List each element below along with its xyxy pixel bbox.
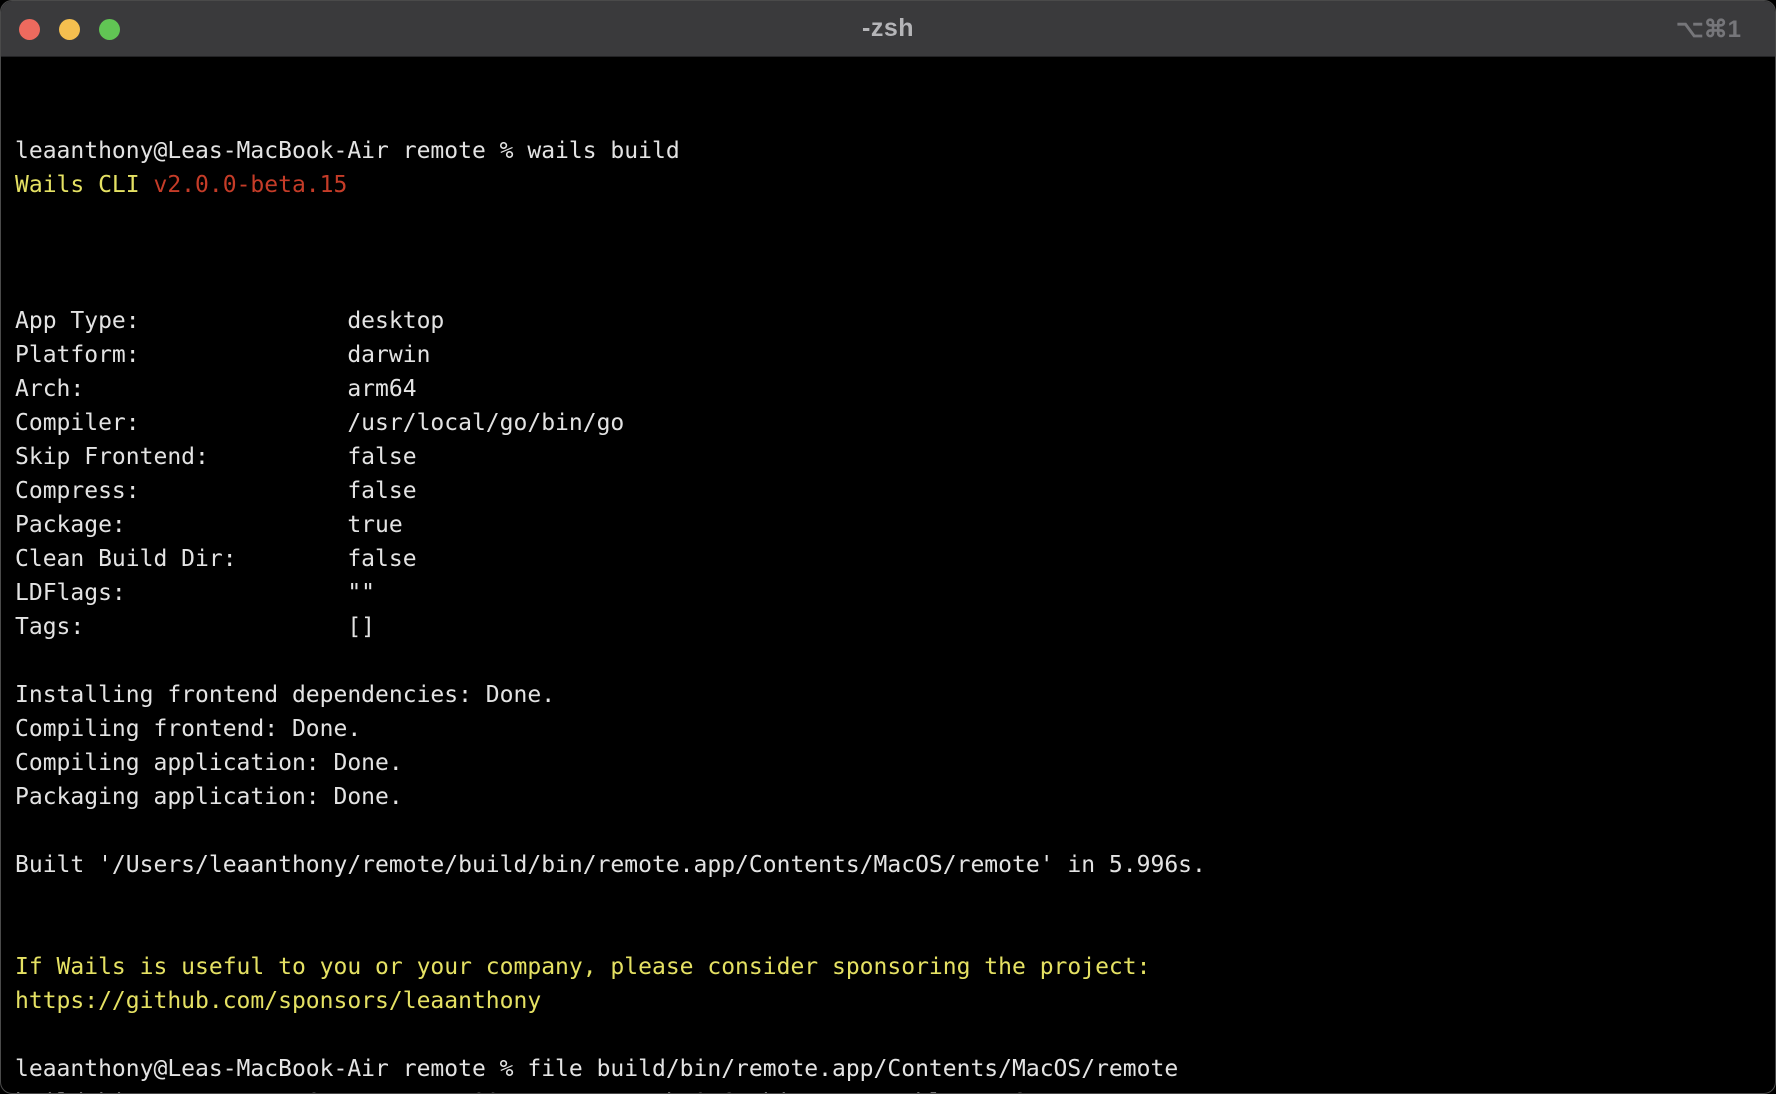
terminal-line: LDFlags: ""	[15, 576, 1775, 610]
terminal-text-segment: Compiling frontend: Done.	[15, 716, 361, 742]
terminal-line	[15, 644, 1775, 678]
terminal-window: -zsh ⌥⌘1 leaanthony@Leas-MacBook-Air rem…	[0, 0, 1776, 1094]
terminal-line: Platform: darwin	[15, 338, 1775, 372]
terminal-lines: leaanthony@Leas-MacBook-Air remote % wai…	[15, 134, 1775, 1094]
terminal-text-segment: Packaging application: Done.	[15, 784, 403, 810]
terminal-line: Compress: false	[15, 474, 1775, 508]
tab-shortcut-label: ⌥⌘1	[1676, 1, 1741, 57]
terminal-text-segment: Compress: false	[15, 478, 417, 504]
terminal-text-segment: Compiler: /usr/local/go/bin/go	[15, 410, 624, 436]
terminal-text-segment: LDFlags: ""	[15, 580, 375, 606]
terminal-line: https://github.com/sponsors/leaanthony	[15, 984, 1775, 1018]
terminal-line: Wails CLI v2.0.0-beta.15	[15, 168, 1775, 202]
terminal-text-segment: leaanthony@Leas-MacBook-Air remote % fil…	[15, 1056, 1178, 1082]
terminal-text-segment: Compiling application: Done.	[15, 750, 403, 776]
titlebar[interactable]: -zsh ⌥⌘1	[1, 1, 1775, 57]
terminal-line: Installing frontend dependencies: Done.	[15, 678, 1775, 712]
terminal-text-segment: v2.0.0-beta.15	[153, 172, 347, 198]
terminal-line	[15, 270, 1775, 304]
terminal-text-segment: leaanthony@Leas-MacBook-Air remote % wai…	[15, 138, 680, 164]
terminal-text-segment: Installing frontend dependencies: Done.	[15, 682, 555, 708]
terminal-text-segment: build/bin/remote.app/Contents/MacOS/remo…	[15, 1090, 1040, 1094]
terminal-line: Skip Frontend: false	[15, 440, 1775, 474]
terminal-line	[15, 236, 1775, 270]
terminal-line: Packaging application: Done.	[15, 780, 1775, 814]
terminal-text-segment: Package: true	[15, 512, 403, 538]
terminal-line	[15, 814, 1775, 848]
terminal-text-segment: Skip Frontend: false	[15, 444, 417, 470]
terminal-line	[15, 1018, 1775, 1052]
terminal-text-segment: https://github.com/sponsors/leaanthony	[15, 988, 541, 1014]
window-title: -zsh	[1, 14, 1775, 43]
terminal-line: Tags: []	[15, 610, 1775, 644]
terminal-content[interactable]: leaanthony@Leas-MacBook-Air remote % wai…	[1, 57, 1775, 1094]
terminal-line: build/bin/remote.app/Contents/MacOS/remo…	[15, 1086, 1775, 1094]
terminal-line: leaanthony@Leas-MacBook-Air remote % fil…	[15, 1052, 1775, 1086]
terminal-text-segment: If Wails is useful to you or your compan…	[15, 954, 1150, 980]
terminal-text-segment: Clean Build Dir: false	[15, 546, 417, 572]
terminal-line: If Wails is useful to you or your compan…	[15, 950, 1775, 984]
terminal-line: leaanthony@Leas-MacBook-Air remote % wai…	[15, 134, 1775, 168]
terminal-text-segment: Arch: arm64	[15, 376, 417, 402]
terminal-line: Clean Build Dir: false	[15, 542, 1775, 576]
terminal-text-segment: App Type: desktop	[15, 308, 444, 334]
terminal-line	[15, 202, 1775, 236]
terminal-text-segment: Platform: darwin	[15, 342, 430, 368]
terminal-line	[15, 916, 1775, 950]
terminal-text-segment: Tags: []	[15, 614, 375, 640]
terminal-line: Compiler: /usr/local/go/bin/go	[15, 406, 1775, 440]
terminal-line: App Type: desktop	[15, 304, 1775, 338]
terminal-line: Built '/Users/leaanthony/remote/build/bi…	[15, 848, 1775, 882]
terminal-text-segment: Built '/Users/leaanthony/remote/build/bi…	[15, 852, 1206, 878]
terminal-line: Compiling application: Done.	[15, 746, 1775, 780]
terminal-line: Arch: arm64	[15, 372, 1775, 406]
terminal-text-segment: Wails CLI	[15, 172, 153, 198]
terminal-line	[15, 882, 1775, 916]
terminal-line: Package: true	[15, 508, 1775, 542]
terminal-line: Compiling frontend: Done.	[15, 712, 1775, 746]
